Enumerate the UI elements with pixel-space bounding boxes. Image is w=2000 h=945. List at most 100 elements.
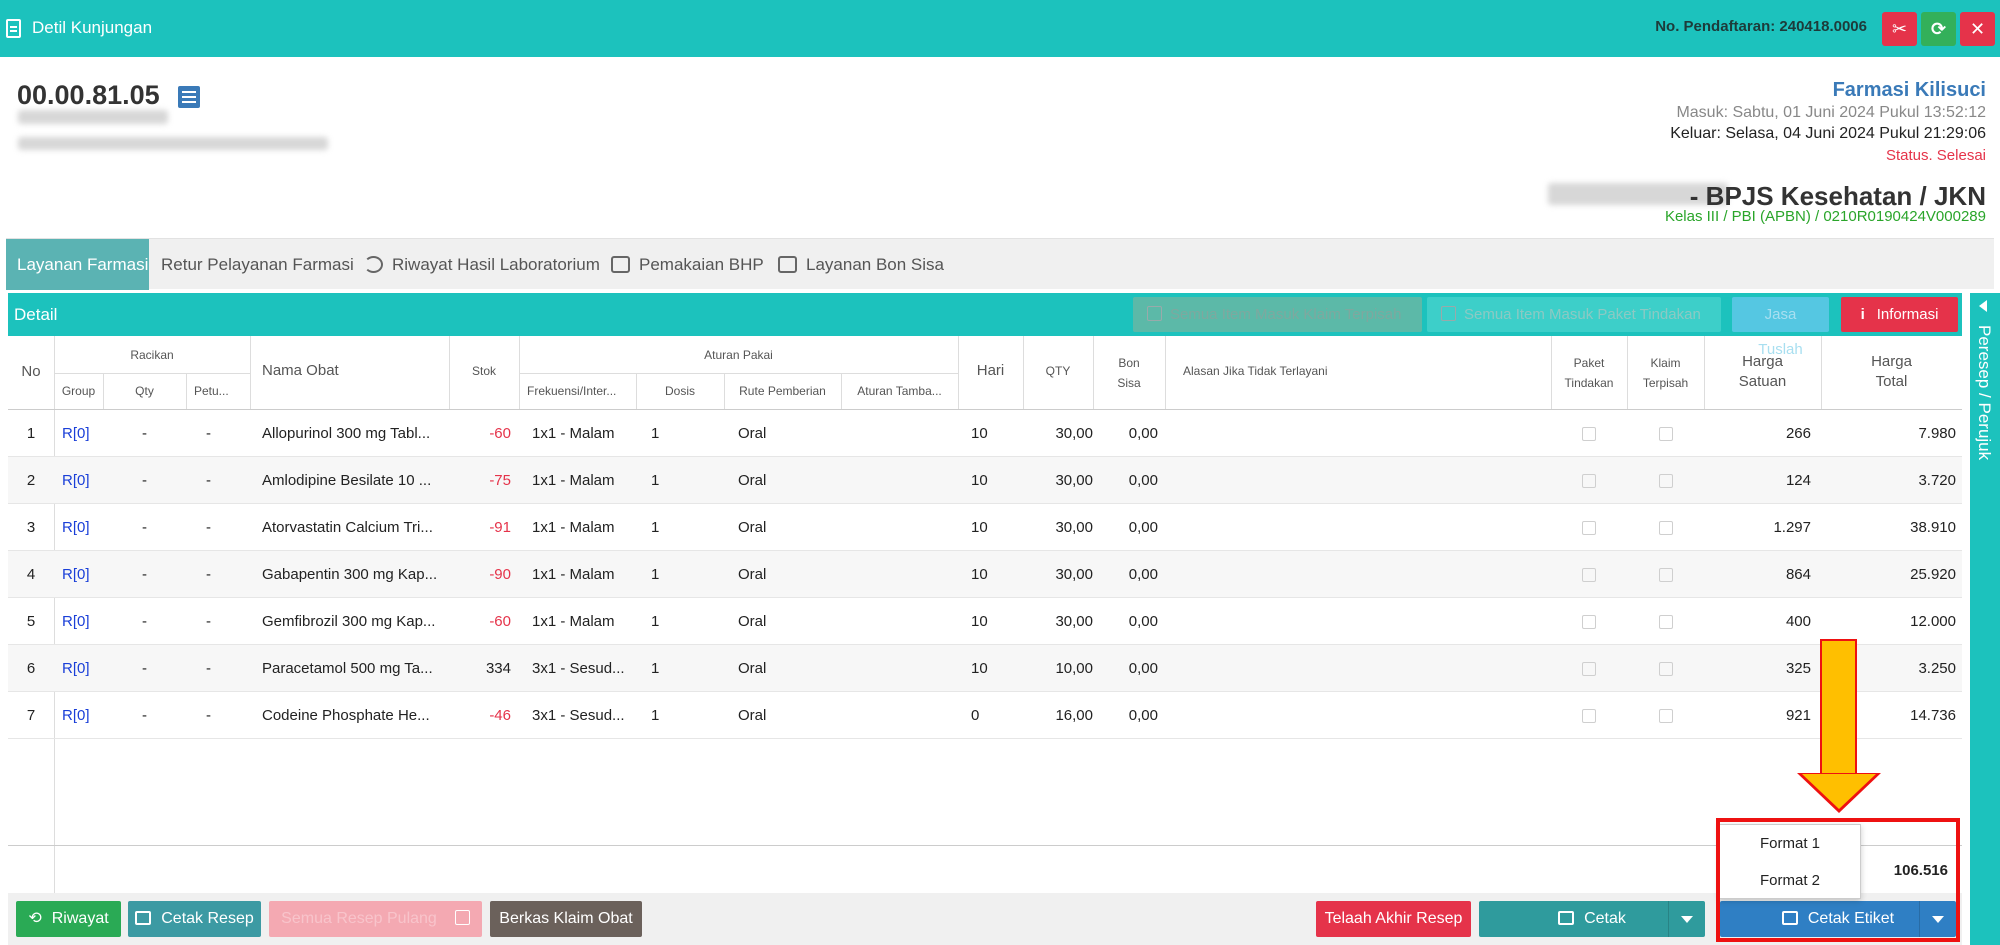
col-petunjuk: Petu... [194,384,229,398]
checkbox-icon [1147,306,1162,321]
cell-hari: 10 [971,472,988,489]
paket-tindakan-checkbox[interactable] [1582,474,1596,488]
refresh-button[interactable]: ⟳ [1921,12,1956,46]
klaim-terpisah-checkbox[interactable] [1659,427,1673,441]
tab-layanan-farmasi[interactable]: Layanan Farmasi [6,239,149,290]
visit-status: Status. Selesai [1885,147,1986,164]
riwayat-button[interactable]: ⟲ Riwayat [16,901,121,937]
annotation-arrow [1820,639,1857,775]
paket-tindakan-all-button[interactable]: Semua Item Masuk Paket Tindakan [1427,297,1721,332]
list-icon[interactable] [178,86,200,108]
klaim-terpisah-checkbox[interactable] [1659,474,1673,488]
col-tindakan: Tindakan [1564,376,1614,390]
col-paket: Paket [1573,356,1605,370]
history-icon: ⟲ [28,910,42,927]
medication-table: No Racikan Group Qty Petu... Nama Obat S… [8,336,1962,846]
tab-retur-pelayanan[interactable]: Retur Pelayanan Farmasi [161,239,361,290]
cell-group[interactable]: R[0] [62,551,102,598]
cell-no: 3 [26,519,36,536]
cell-group[interactable]: R[0] [62,457,102,504]
tools-button[interactable]: ✂ [1882,12,1917,46]
cell-frek: 1x1 - Malam [532,519,615,536]
side-tab-peresep[interactable]: Peresep / Perujuk [1970,293,2000,945]
cell-harga-total: 3.720 [1918,472,1956,489]
paket-tindakan-checkbox[interactable] [1582,662,1596,676]
cell-group[interactable]: R[0] [62,410,102,457]
cell-group[interactable]: R[0] [62,598,102,645]
tab-riwayat-lab[interactable]: Riwayat Hasil Laboratorium [364,239,604,290]
table-row[interactable]: 1 R[0] - - Allopurinol 300 mg Tabl... -60 1x1 … [8,410,1962,457]
cell-harga-satuan: 400 [1785,613,1811,630]
klaim-terpisah-checkbox[interactable] [1659,662,1673,676]
pharmacy-name: Farmasi Kilisuci [1832,79,1986,101]
cell-group[interactable]: R[0] [62,692,102,739]
cell-frek: 1x1 - Malam [532,472,615,489]
cell-stok: -91 [489,519,511,536]
paket-tindakan-checkbox[interactable] [1582,568,1596,582]
cell-qty2: 30,00 [1055,566,1093,583]
cell-qty: - [142,613,147,630]
cell-bon: 0,00 [1128,613,1158,630]
paket-tindakan-checkbox[interactable] [1582,521,1596,535]
table-row[interactable]: 3 R[0] - - Atorvastatin Calcium Tri... -91 1x1… [8,504,1962,551]
annotation-highlight-box [1716,818,1960,942]
cell-bon: 0,00 [1128,660,1158,677]
cetak-button[interactable]: Cetak [1479,901,1705,937]
col-qty-total: QTY [1045,364,1071,378]
tab-layanan-bon-sisa[interactable]: Layanan Bon Sisa [778,239,958,290]
patient-code: 00.00.81.05 [17,80,160,110]
col-harga-total-1: Harga [1871,353,1912,370]
table-row[interactable]: 6 R[0] - - Paracetamol 500 mg Ta... 334 3x1 - … [8,645,1962,692]
printer-icon [135,911,152,925]
cell-hari: 10 [971,660,988,677]
col-harga-total-2: Total [1875,373,1908,390]
registration-number: No. Pendaftaran: 240418.0006 [1655,18,1867,35]
col-qty: Qty [135,384,154,398]
cell-stok: -90 [489,566,511,583]
col-group: Group [61,384,96,398]
table-row[interactable]: 4 R[0] - - Gabapentin 300 mg Kap... -90 1x1 - … [8,551,1962,598]
cetak-resep-button[interactable]: Cetak Resep [128,901,261,937]
close-button[interactable]: ✕ [1960,12,1995,46]
cell-petu: - [206,519,211,536]
cell-harga-satuan: 124 [1785,472,1811,489]
cell-stok: -46 [489,707,511,724]
col-alasan: Alasan Jika Tidak Terlayani [1183,364,1328,378]
col-rute: Rute Pemberian [739,384,826,398]
klaim-terpisah-checkbox[interactable] [1659,709,1673,723]
cell-nama: Gemfibrozil 300 mg Kap... [262,613,436,630]
telaah-akhir-resep-button[interactable]: Telaah Akhir Resep [1316,901,1471,937]
berkas-klaim-obat-button[interactable]: Berkas Klaim Obat [490,901,642,937]
jasa-tuslah-button[interactable]: Jasa Tuslah [1732,297,1829,358]
semua-resep-pulang-button[interactable]: Semua Resep Pulang [269,901,482,937]
refresh-icon: ⟳ [1930,19,1947,39]
table-row[interactable]: 7 R[0] - - Codeine Phosphate He... -46 3x1 - S… [8,692,1962,739]
cell-dosis: 1 [651,707,660,724]
col-racikan: Racikan [130,348,174,362]
cell-qty: - [142,425,147,442]
paket-tindakan-checkbox[interactable] [1582,427,1596,441]
klaim-terpisah-checkbox[interactable] [1659,615,1673,629]
cell-qty2: 10,00 [1055,660,1093,677]
cell-bon: 0,00 [1128,425,1158,442]
klaim-terpisah-checkbox[interactable] [1659,521,1673,535]
paket-tindakan-checkbox[interactable] [1582,709,1596,723]
chevron-left-icon [1979,300,1987,312]
klaim-terpisah-all-button[interactable]: Semua Item Masuk Klaim Terpisah [1133,297,1422,332]
total-row: 106.516 [8,845,1962,894]
cell-no: 2 [26,472,36,489]
tab-pemakaian-bhp[interactable]: Pemakaian BHP [611,239,776,290]
cell-group[interactable]: R[0] [62,645,102,692]
cell-qty2: 16,00 [1055,707,1093,724]
klaim-terpisah-checkbox[interactable] [1659,568,1673,582]
table-row[interactable]: 5 R[0] - - Gemfibrozil 300 mg Kap... -60 1x1 -… [8,598,1962,645]
cell-group[interactable]: R[0] [62,504,102,551]
cell-frek: 1x1 - Malam [532,613,615,630]
informasi-button[interactable]: i Informasi [1841,297,1958,332]
paket-tindakan-checkbox[interactable] [1582,615,1596,629]
cell-nama: Amlodipine Besilate 10 ... [262,472,432,489]
caret-down-icon[interactable] [1681,916,1693,923]
cell-qty2: 30,00 [1055,519,1093,536]
table-row[interactable]: 2 R[0] - - Amlodipine Besilate 10 ... -75 1x1 … [8,457,1962,504]
cell-dosis: 1 [651,566,660,583]
